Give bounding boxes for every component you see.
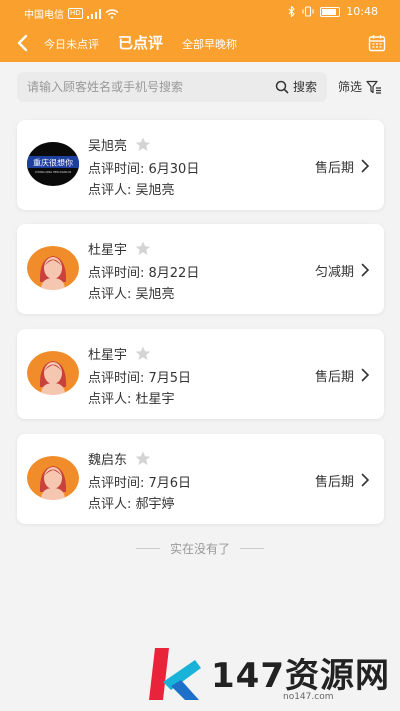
customer-name: 吴旭亮 bbox=[88, 139, 128, 154]
avatar-default-icon bbox=[27, 456, 79, 500]
end-of-list: 实在没有了 bbox=[0, 540, 400, 557]
watermark-logo-icon bbox=[149, 648, 201, 700]
wifi-icon bbox=[105, 8, 119, 19]
watermark: 147资源网 no147.com bbox=[145, 640, 390, 708]
watermark-url: no147.com bbox=[283, 692, 334, 702]
search-button[interactable]: 搜索 bbox=[275, 78, 317, 95]
review-time: 点评时间: 7月6日 bbox=[88, 476, 192, 491]
search-button-label: 搜索 bbox=[292, 80, 317, 94]
bluetooth-icon bbox=[288, 6, 296, 17]
nav-row: 今日未点评 已点评 全部早晚称 bbox=[0, 28, 400, 58]
chevron-right-icon bbox=[361, 473, 370, 487]
reviewer: 点评人: 杜星宇 bbox=[88, 392, 175, 407]
review-time: 点评时间: 8月22日 bbox=[88, 266, 200, 281]
review-time: 点评时间: 6月30日 bbox=[88, 162, 200, 177]
avatar-default-icon bbox=[27, 351, 79, 395]
chevron-right-icon bbox=[361, 263, 370, 277]
battery-level bbox=[322, 8, 336, 15]
name-row: 吴旭亮 bbox=[88, 135, 151, 154]
customer-card[interactable]: 重庆很想你 CHONG QING HEN XIANG NI 吴旭亮 点评时间: … bbox=[17, 120, 384, 210]
filter-label: 筛选 bbox=[338, 80, 363, 94]
customer-name: 魏启东 bbox=[88, 453, 128, 468]
status-label: 售后期 bbox=[314, 161, 354, 176]
app-header: 中国电信 HD 10:48 今日未点评 已点评 全部早晚称 bbox=[0, 0, 400, 62]
customer-name: 杜星宇 bbox=[88, 348, 128, 363]
search-icon bbox=[275, 80, 289, 93]
status-label: 匀减期 bbox=[314, 265, 354, 280]
status-bar: 中国电信 HD 10:48 bbox=[0, 0, 400, 22]
search-bar: 搜索 bbox=[17, 72, 327, 102]
star-icon[interactable] bbox=[135, 241, 151, 256]
avatar-caption: 重庆很想你 bbox=[33, 158, 73, 168]
chevron-right-icon bbox=[361, 159, 370, 173]
name-row: 杜星宇 bbox=[88, 239, 151, 258]
name-row: 魏启东 bbox=[88, 449, 151, 468]
tab-reviewed[interactable]: 已点评 bbox=[118, 32, 163, 53]
customer-card[interactable]: 杜星宇 点评时间: 8月22日 点评人: 吴旭亮 匀减期 bbox=[17, 224, 384, 314]
chevron-right-icon bbox=[361, 368, 370, 382]
back-arrow-icon[interactable] bbox=[14, 33, 32, 53]
customer-name: 杜星宇 bbox=[88, 243, 128, 258]
star-icon[interactable] bbox=[135, 346, 151, 361]
reviewer: 点评人: 郝宇婷 bbox=[88, 497, 175, 512]
clock: 10:48 bbox=[346, 5, 378, 18]
review-time: 点评时间: 7月5日 bbox=[88, 371, 192, 386]
name-row: 杜星宇 bbox=[88, 344, 151, 363]
reviewer: 点评人: 吴旭亮 bbox=[88, 287, 175, 302]
filter-button[interactable]: 筛选 bbox=[338, 78, 382, 95]
customer-card[interactable]: 杜星宇 点评时间: 7月5日 点评人: 杜星宇 售后期 bbox=[17, 329, 384, 419]
signal-icon bbox=[86, 8, 101, 19]
status-right: 10:48 bbox=[288, 5, 378, 18]
customer-card[interactable]: 魏启东 点评时间: 7月6日 点评人: 郝宇婷 售后期 bbox=[17, 434, 384, 524]
star-icon[interactable] bbox=[135, 137, 151, 152]
battery-icon bbox=[320, 6, 341, 17]
hd-badge: HD bbox=[68, 8, 83, 19]
divider bbox=[135, 548, 160, 549]
avatar-default-icon bbox=[27, 246, 79, 290]
watermark-text: 147资源网 bbox=[211, 656, 390, 696]
end-of-list-text: 实在没有了 bbox=[169, 542, 230, 556]
avatar-photo: 重庆很想你 CHONG QING HEN XIANG NI bbox=[27, 142, 79, 186]
carrier-label: 中国电信 bbox=[24, 10, 64, 21]
search-input[interactable] bbox=[27, 77, 267, 97]
vibrate-icon bbox=[302, 6, 314, 17]
status-label: 售后期 bbox=[314, 475, 354, 490]
calendar-icon[interactable] bbox=[368, 34, 386, 52]
avatar-subcaption: CHONG QING HEN XIANG NI bbox=[35, 170, 72, 174]
star-icon[interactable] bbox=[135, 451, 151, 466]
reviewer: 点评人: 吴旭亮 bbox=[88, 183, 175, 198]
status-left: 中国电信 HD bbox=[24, 6, 119, 21]
filter-icon bbox=[366, 80, 382, 94]
status-label: 售后期 bbox=[314, 370, 354, 385]
tab-all-weighings[interactable]: 全部早晚称 bbox=[182, 36, 237, 52]
divider bbox=[240, 548, 264, 549]
tab-unreviewed-today[interactable]: 今日未点评 bbox=[44, 36, 99, 52]
